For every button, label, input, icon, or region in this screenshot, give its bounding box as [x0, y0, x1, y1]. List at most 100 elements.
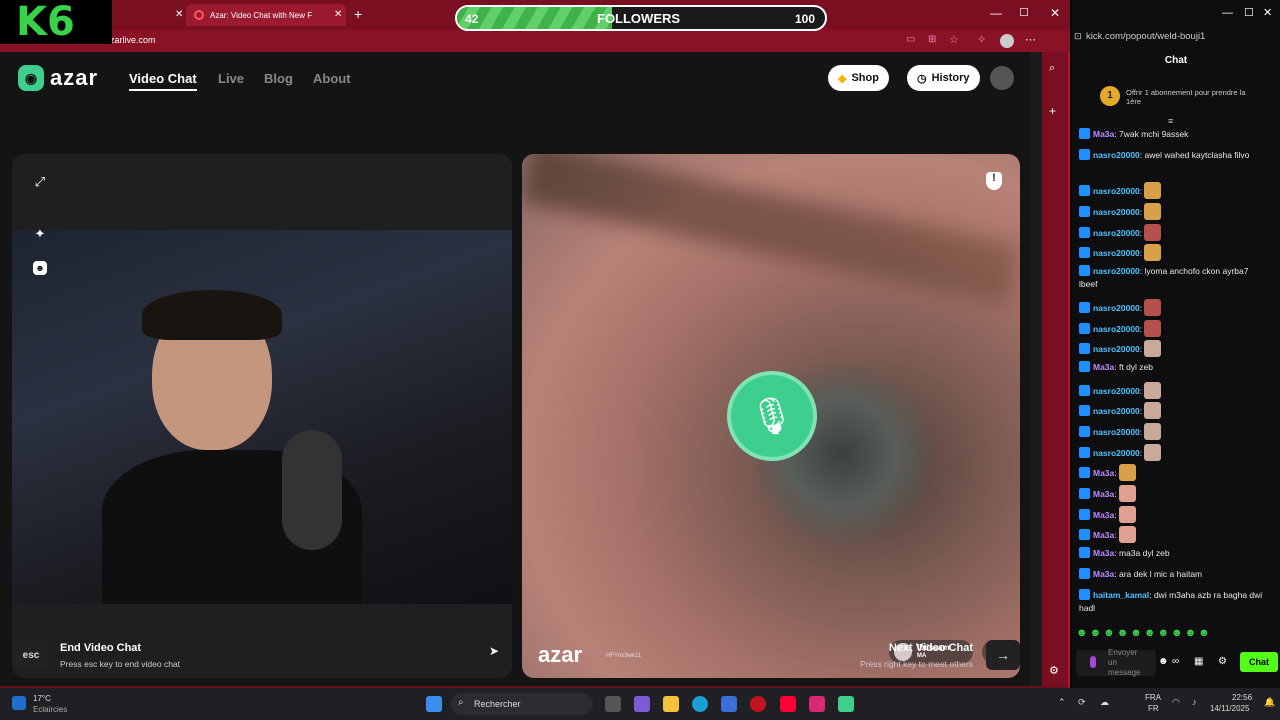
extensions-icon[interactable]: ✧	[977, 33, 986, 46]
chat-username[interactable]: Ma3a	[1093, 548, 1114, 558]
next-video-chat-title[interactable]: Next Video Chat	[790, 642, 973, 654]
chat-message[interactable]: Ma3a: ara dek l mic a haitam	[1079, 568, 1269, 581]
chat-username[interactable]: Ma3a	[1093, 569, 1114, 579]
chat-username[interactable]: Ma3a	[1093, 510, 1114, 520]
chat-infinity-icon[interactable]: ∞	[1172, 656, 1179, 667]
tray-sync-icon[interactable]: ⟳	[1078, 697, 1086, 708]
chat-username[interactable]: nasro20000	[1093, 344, 1140, 354]
nav-about[interactable]: About	[313, 71, 351, 86]
chat-mic-icon[interactable]	[1090, 656, 1096, 668]
chat-message[interactable]: nasro20000:	[1079, 402, 1269, 419]
chat-message[interactable]: nasro20000:	[1079, 423, 1269, 440]
chat-message[interactable]: nasro20000:	[1079, 382, 1269, 399]
chat-message[interactable]: nasro20000:	[1079, 340, 1269, 357]
address-bar[interactable]: ← azarlive.com ▭ ⊞ ☆ ✧ ⋯	[0, 30, 1070, 52]
chat-message[interactable]: nasro20000:	[1079, 299, 1269, 316]
chat-input[interactable]: Envoyer un message	[1076, 648, 1156, 677]
esc-key-button[interactable]: esc	[14, 640, 48, 670]
chat-message[interactable]: nasro20000:	[1079, 444, 1269, 461]
opera-icon[interactable]	[750, 696, 766, 712]
chat-message[interactable]: Ma3a: 7wak mchi 9assek	[1079, 128, 1269, 141]
chat-settings-icon[interactable]: ⚙	[1218, 656, 1227, 667]
chat-username[interactable]: nasro20000	[1093, 150, 1140, 160]
user-avatar-icon[interactable]	[990, 66, 1014, 90]
chat-username[interactable]: Ma3a	[1093, 530, 1114, 540]
weather-icon[interactable]	[12, 696, 26, 710]
sparkle-effects-icon[interactable]: ✦	[30, 224, 50, 244]
chat-close-icon[interactable]: ✕	[1263, 6, 1272, 19]
chat-username[interactable]: nasro20000	[1093, 303, 1140, 313]
edge-icon[interactable]	[692, 696, 708, 712]
sidebar-search-icon[interactable]: ⌕	[1049, 62, 1055, 75]
cast-icon[interactable]: ▭	[906, 34, 915, 45]
more-icon[interactable]: ⋯	[1025, 33, 1036, 46]
chat-username[interactable]: nasro20000	[1093, 406, 1140, 416]
wifi-icon[interactable]: ◠	[1172, 697, 1180, 708]
file-explorer-icon[interactable]	[663, 696, 679, 712]
filter-icon[interactable]: ≡	[1168, 116, 1173, 126]
close-window-icon[interactable]: ✕	[1050, 6, 1060, 20]
chat-username[interactable]: nasro20000	[1093, 248, 1140, 258]
shop-button[interactable]: ◆ Shop	[828, 65, 889, 91]
profile-avatar[interactable]	[1000, 34, 1014, 48]
chat-username[interactable]: nasro20000	[1093, 427, 1140, 437]
tray-cloud-icon[interactable]: ☁	[1100, 697, 1109, 708]
clock-time[interactable]: 22:56	[1232, 693, 1252, 702]
task-view-icon[interactable]	[605, 696, 621, 712]
sidebar-add-icon[interactable]: +	[1049, 104, 1056, 118]
youtube-icon[interactable]	[780, 696, 796, 712]
chat-message[interactable]: nasro20000:	[1079, 182, 1269, 199]
clock-date[interactable]: 14/11/2025	[1210, 704, 1249, 713]
sidebar-settings-icon[interactable]: ⚙	[1049, 664, 1059, 677]
taskbar-search[interactable]: ⌕ Rechercher	[451, 693, 593, 715]
store-icon[interactable]	[721, 696, 737, 712]
chat-minimize-icon[interactable]: —	[1222, 7, 1233, 19]
tab-azar[interactable]: Azar: Video Chat with New F	[186, 4, 346, 26]
weather-temp[interactable]: 17°C	[33, 694, 51, 703]
chat-message[interactable]: nasro20000:	[1079, 320, 1269, 337]
end-video-chat-title[interactable]: End Video Chat	[60, 642, 141, 654]
chat-message[interactable]: Ma3a: ft dyl zeb	[1079, 361, 1269, 374]
chat-send-button[interactable]: Chat	[1240, 652, 1278, 672]
filter-face-icon[interactable]: ☻	[33, 261, 47, 275]
chat-username[interactable]: haitam_kamal	[1093, 590, 1149, 600]
url-text[interactable]: azarlive.com	[105, 35, 156, 45]
chat-username[interactable]: nasro20000	[1093, 186, 1140, 196]
new-tab-icon[interactable]: +	[354, 6, 362, 22]
chat-emoji-icon[interactable]: ☻	[1158, 656, 1169, 667]
mic-button[interactable]: 🎙	[727, 371, 817, 461]
expand-icon[interactable]: ⤢	[30, 172, 50, 192]
chat-username[interactable]: Ma3a	[1093, 362, 1114, 372]
chat-username[interactable]: nasro20000	[1093, 266, 1140, 276]
app-icon[interactable]: ⊞	[928, 34, 936, 45]
nav-blog[interactable]: Blog	[264, 71, 293, 86]
chat-message[interactable]: Ma3a:	[1079, 526, 1269, 543]
nav-live[interactable]: Live	[218, 71, 244, 86]
pinned-gift-text[interactable]: Offrir 1 abonnement pour prendre la 1ère	[1126, 88, 1246, 106]
chat-username[interactable]: Ma3a	[1093, 129, 1114, 139]
lang-bottom[interactable]: FR	[1148, 704, 1159, 713]
chat-username[interactable]: Ma3a	[1093, 468, 1114, 478]
windows-start-icon[interactable]	[426, 696, 442, 712]
chat-username[interactable]: Ma3a	[1093, 489, 1114, 499]
lang-top[interactable]: FRA	[1145, 693, 1161, 702]
chat-message[interactable]: Ma3a:	[1079, 506, 1269, 523]
report-shield-icon[interactable]: !	[986, 172, 1002, 190]
chat-message[interactable]: Ma3a:	[1079, 485, 1269, 502]
next-arrow-button[interactable]: →	[986, 640, 1020, 670]
maximize-icon[interactable]: ☐	[1019, 6, 1029, 19]
volume-icon[interactable]: ♪	[1192, 697, 1197, 707]
chat-username[interactable]: nasro20000	[1093, 386, 1140, 396]
minimize-icon[interactable]: —	[990, 6, 1002, 20]
chat-address-bar[interactable]: ⊡ kick.com/popout/weld-bouji1	[1072, 28, 1280, 48]
chat-username[interactable]: nasro20000	[1093, 448, 1140, 458]
close-active-tab-icon[interactable]: ✕	[334, 9, 342, 20]
copilot-icon[interactable]	[634, 696, 650, 712]
chat-message[interactable]: nasro20000:	[1079, 203, 1269, 220]
chat-message[interactable]: nasro20000:	[1079, 224, 1269, 241]
chat-url[interactable]: kick.com/popout/weld-bouji1	[1086, 31, 1205, 42]
chat-maximize-icon[interactable]: ☐	[1244, 6, 1254, 19]
history-button[interactable]: ◷ History	[907, 65, 980, 91]
chat-username[interactable]: nasro20000	[1093, 324, 1140, 334]
nav-video-chat[interactable]: Video Chat	[129, 71, 197, 91]
